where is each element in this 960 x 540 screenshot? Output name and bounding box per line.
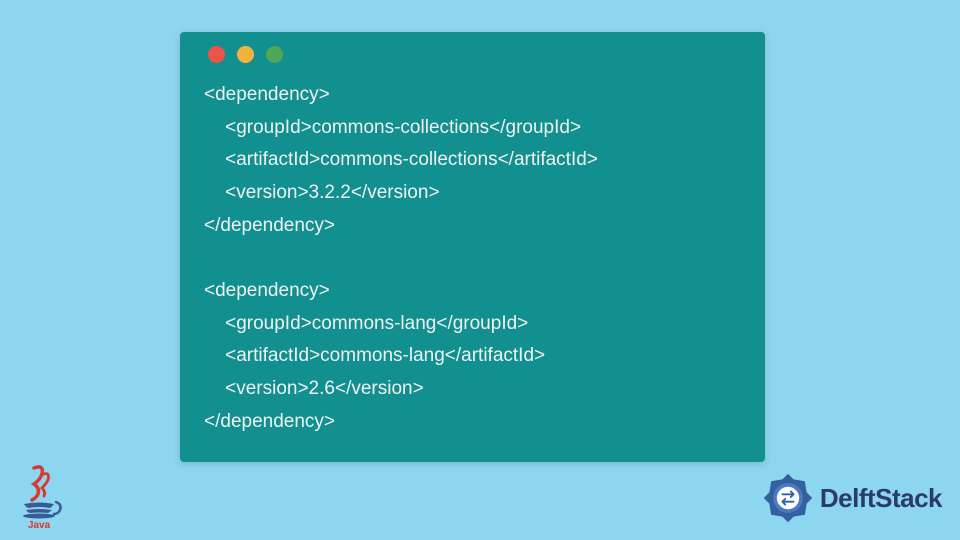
- svg-text:Java: Java: [28, 520, 51, 530]
- window-controls: [180, 32, 765, 71]
- code-window: <dependency> <groupId>commons-collection…: [180, 32, 765, 462]
- delftstack-icon: [760, 470, 816, 526]
- delftstack-text: DelftStack: [820, 483, 942, 514]
- delftstack-logo: DelftStack: [760, 470, 942, 526]
- close-icon[interactable]: [208, 46, 225, 63]
- code-content: <dependency> <groupId>commons-collection…: [180, 71, 765, 462]
- minimize-icon[interactable]: [237, 46, 254, 63]
- java-logo: Java: [14, 462, 64, 530]
- maximize-icon[interactable]: [266, 46, 283, 63]
